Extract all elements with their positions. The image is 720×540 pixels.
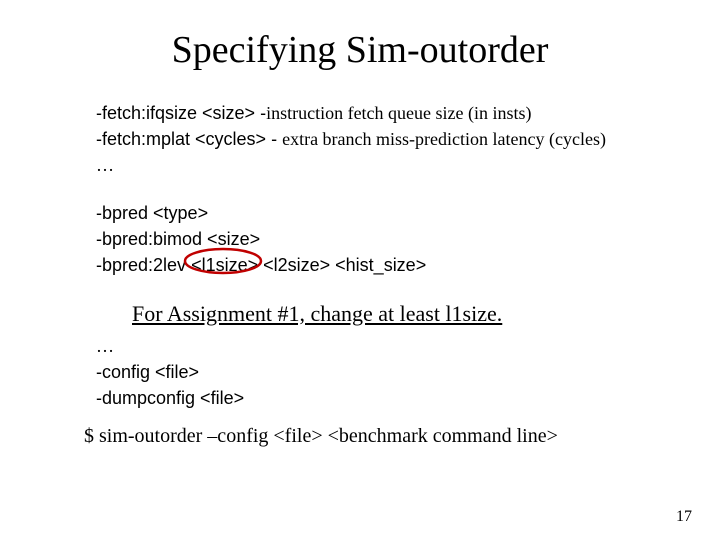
command-line-example: $ sim-outorder –config <file> <benchmark… — [84, 425, 660, 448]
fetch-ifqsize-line: -fetch:ifqsize <size> -instruction fetch… — [96, 100, 660, 126]
bpred-type-line: -bpred <type> — [96, 200, 660, 226]
assignment-note: For Assignment #1, change at least l1siz… — [132, 301, 660, 327]
bpred-bimod-line: -bpred:bimod <size> — [96, 226, 660, 252]
fetch-mplat-line: -fetch:mplat <cycles> - extra branch mis… — [96, 126, 660, 152]
l1size-text: <l1size> — [191, 255, 258, 275]
fetch-ifqsize-cmd: -fetch:ifqsize <size> - — [96, 103, 266, 123]
slide-title: Specifying Sim-outorder — [60, 28, 660, 72]
ellipsis-1: … — [96, 152, 660, 178]
l1size-circled: <l1size> — [191, 252, 258, 278]
slide: Specifying Sim-outorder -fetch:ifqsize <… — [0, 0, 720, 448]
config-line: -config <file> — [96, 359, 660, 385]
bpred-2lev-pre: -bpred:2lev — [96, 255, 191, 275]
bpred-2lev-line: -bpred:2lev <l1size> <l2size> <hist_size… — [96, 252, 660, 278]
ellipsis-2: … — [96, 333, 660, 359]
dumpconfig-line: -dumpconfig <file> — [96, 385, 660, 411]
page-number: 17 — [676, 508, 692, 526]
bpred-options-block: -bpred <type> -bpred:bimod <size> -bpred… — [96, 200, 660, 278]
fetch-options-block: -fetch:ifqsize <size> -instruction fetch… — [96, 100, 660, 178]
fetch-ifqsize-desc: instruction fetch queue size (in insts) — [266, 103, 531, 123]
config-options-block: … -config <file> -dumpconfig <file> — [96, 333, 660, 411]
fetch-mplat-desc: extra branch miss-prediction latency (cy… — [282, 129, 606, 149]
bpred-2lev-post: <l2size> <hist_size> — [258, 255, 426, 275]
fetch-mplat-cmd: -fetch:mplat <cycles> - — [96, 129, 282, 149]
